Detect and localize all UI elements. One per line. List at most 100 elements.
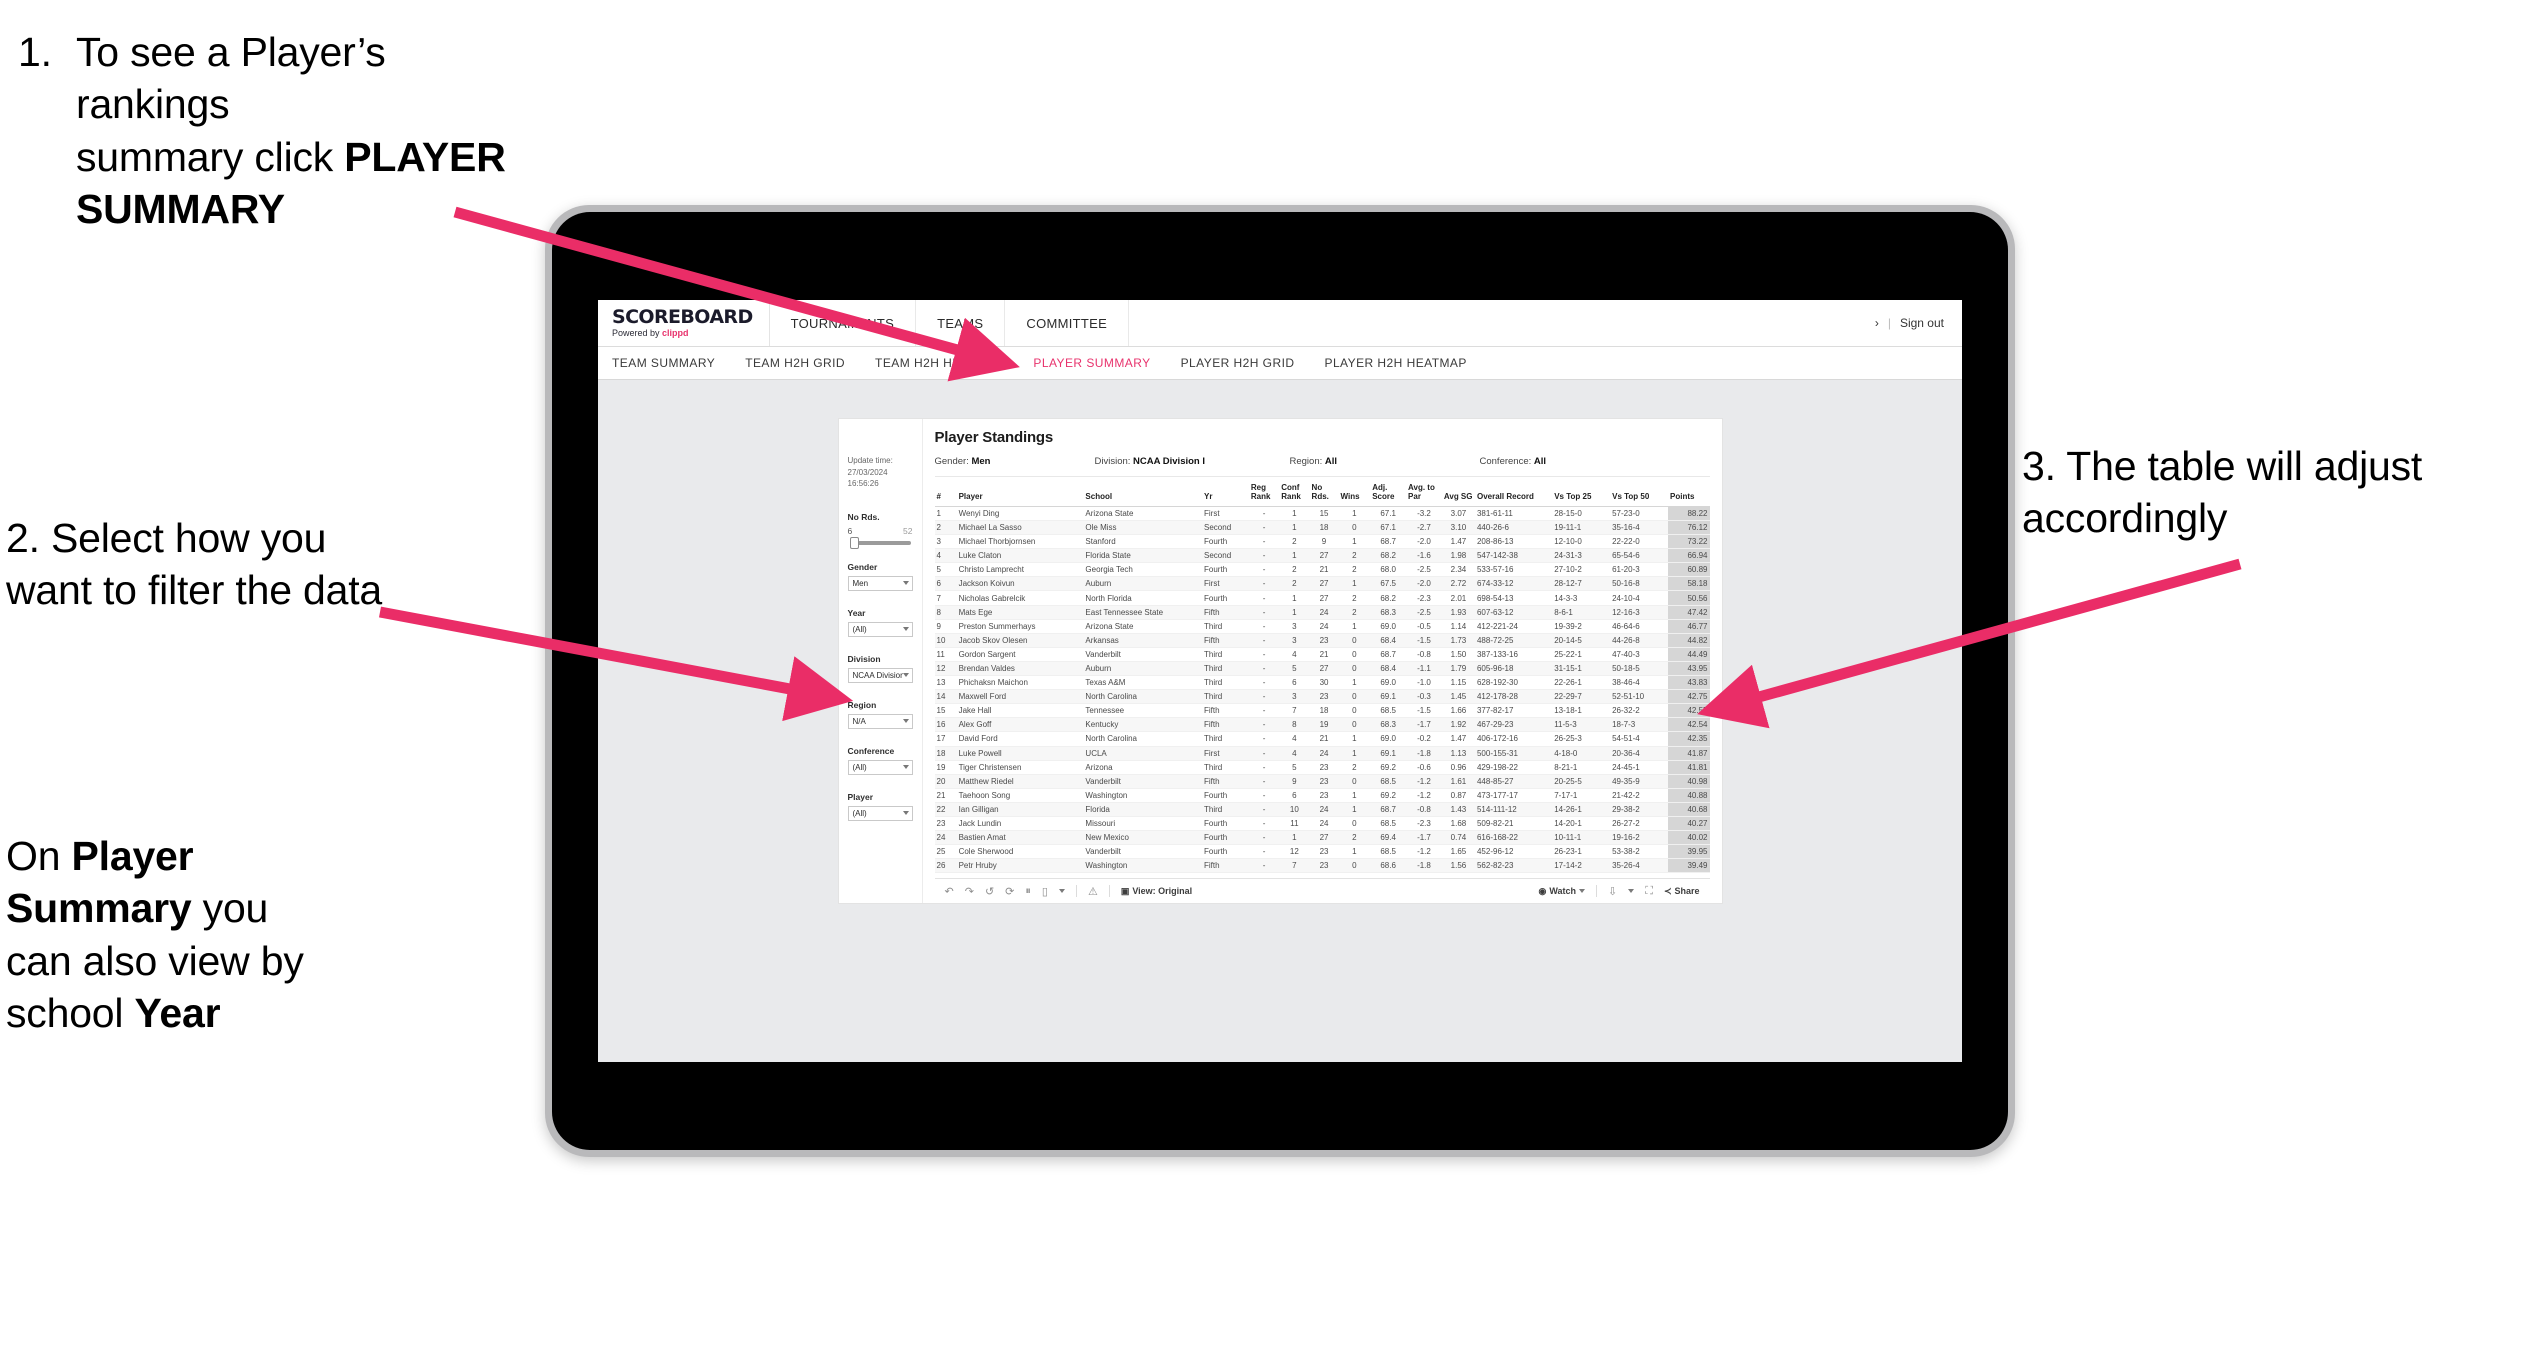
table-row[interactable]: 5 Christo Lamprecht Georgia Tech Fourth -2 21… xyxy=(934,562,1710,578)
download-icon[interactable]: ⇩ xyxy=(1608,885,1617,898)
col-yr[interactable]: Yr xyxy=(1202,484,1249,507)
table-row[interactable]: 7 Nicholas Gabrelcik North Florida Fourth -1… xyxy=(934,590,1710,606)
pause-icon[interactable]: ⏸ xyxy=(1025,885,1031,898)
cell-school: Ole Miss xyxy=(1083,520,1203,536)
view-shape-icon[interactable]: ▯ xyxy=(1042,885,1048,898)
filter-gender-select[interactable]: Men xyxy=(847,575,913,591)
col-adj-score[interactable]: Adj. Score xyxy=(1370,483,1407,507)
cell-wins: 0 xyxy=(1338,520,1371,536)
cell-overall-record: 412-221-24 xyxy=(1474,619,1553,634)
cell-vs-top-50: 46-64-6 xyxy=(1610,619,1669,634)
table-row[interactable]: 25 Cole Sherwood Vanderbilt Fourth -12 23 1 68.… xyxy=(934,844,1710,860)
cell-reg-rank: - xyxy=(1248,576,1280,592)
refresh-icon[interactable]: ⟳ xyxy=(1005,885,1014,898)
subnav-item-team-summary[interactable]: TEAM SUMMARY xyxy=(612,356,715,370)
view-original-button[interactable]: ▣ View: Original xyxy=(1121,886,1192,897)
col-player[interactable]: Player xyxy=(956,484,1084,507)
subnav-item-team-h2h-heatmap[interactable]: TEAM H2H HEATMAP xyxy=(875,356,1003,370)
table-row[interactable]: 24 Bastien Amat New Mexico Fourth -1 27 2 69.4-… xyxy=(934,830,1710,846)
col-points[interactable]: Points xyxy=(1668,484,1710,507)
col-vs-top-25[interactable]: Vs Top 25 xyxy=(1552,484,1611,507)
col-reg-rank[interactable]: Reg Rank xyxy=(1248,483,1280,507)
table-row[interactable]: 6 Jackson Koivun Auburn First -2 27 1 67.5 -2.0 2… xyxy=(934,576,1710,592)
cell-vs-top-50: 24-45-1 xyxy=(1610,760,1669,775)
alert-icon[interactable]: ⚠ xyxy=(1088,885,1098,898)
chevron-down-icon[interactable] xyxy=(1058,889,1065,894)
filter-year-select[interactable]: (All) xyxy=(847,621,913,637)
table-row[interactable]: 12 Brendan Valdes Auburn Third -5 27 0 68.4 -1.1… xyxy=(934,661,1710,677)
filter-region-select[interactable]: N/A xyxy=(847,713,913,729)
col-rank[interactable]: # xyxy=(934,484,957,507)
cell-yr: Fifth xyxy=(1202,717,1249,733)
table-row[interactable]: 22 Ian Gilligan Florida Third -10 24 1 68.7 -0.8… xyxy=(934,802,1710,817)
col-avg-sg[interactable]: Avg SG xyxy=(1441,484,1475,507)
cell-rank: 22 xyxy=(934,802,957,817)
table-row[interactable]: 10 Jacob Skov Olesen Arkansas Fifth -3 23 0 68.… xyxy=(934,633,1710,648)
table-row[interactable]: 3 Michael Thorbjornsen Stanford Fourth -2 9 1 6… xyxy=(934,534,1710,550)
col-school[interactable]: School xyxy=(1083,484,1203,507)
cell-no-rds: 23 xyxy=(1309,760,1339,775)
undo-icon[interactable]: ↶ xyxy=(945,885,954,898)
cell-points: 39.49 xyxy=(1668,858,1710,874)
app-logo[interactable]: SCOREBOARD Powered by clippd xyxy=(598,300,770,346)
table-row[interactable]: 8 Mats Ege East Tennessee State Fifth -1 24 2 6… xyxy=(934,605,1710,620)
table-row[interactable]: 1 Wenyi Ding Arizona State First -1 15 1 67.1 -3… xyxy=(934,506,1710,522)
cell-school: Washington xyxy=(1083,858,1203,874)
table-row[interactable]: 23 Jack Lundin Missouri Fourth -11 24 0 68.5 -2.… xyxy=(934,816,1710,832)
col-overall-record[interactable]: Overall Record xyxy=(1474,484,1553,507)
chevron-down-icon xyxy=(902,811,909,816)
filter-division-select[interactable]: NCAA Division I xyxy=(847,667,913,683)
table-row[interactable]: 26 Petr Hruby Washington Fifth -7 23 0 68.6 -1.8… xyxy=(934,858,1710,874)
cell-reg-rank: - xyxy=(1248,661,1280,677)
nav-item-committee[interactable]: COMMITTEE xyxy=(1005,300,1130,346)
table-row[interactable]: 15 Jake Hall Tennessee Fifth -7 18 0 68.5 -1.5 1.… xyxy=(934,703,1710,719)
col-vs-top-50[interactable]: Vs Top 50 xyxy=(1610,484,1669,507)
table-row[interactable]: 14 Maxwell Ford North Carolina Third -3 23 0 69… xyxy=(934,689,1710,705)
subnav-item-player-h2h-heatmap[interactable]: PLAYER H2H HEATMAP xyxy=(1324,356,1466,370)
toolbar-divider xyxy=(1075,885,1077,898)
table-row[interactable]: 16 Alex Goff Kentucky Fifth -8 19 0 68.3 -1.7 1.9… xyxy=(934,717,1710,733)
user-chevron-icon[interactable]: › xyxy=(1875,316,1879,330)
filter-conference-select[interactable]: (All) xyxy=(847,759,913,775)
table-row[interactable]: 13 Phichaksn Maichon Texas A&M Third -6 30 1 69… xyxy=(934,675,1710,691)
table-row[interactable]: 17 David Ford North Carolina Third -4 21 1 69.0… xyxy=(934,731,1710,747)
table-row[interactable]: 9 Preston Summerhays Arizona State Third -3 2… xyxy=(934,619,1710,634)
col-conf-rank[interactable]: Conf Rank xyxy=(1279,483,1310,507)
nav-item-teams[interactable]: TEAMS xyxy=(916,300,1006,346)
slider-track[interactable] xyxy=(849,536,911,549)
cell-player: Cole Sherwood xyxy=(956,844,1084,860)
filter-player-select[interactable]: (All) xyxy=(847,805,913,821)
cell-rank: 23 xyxy=(934,816,957,832)
table-row[interactable]: 18 Luke Powell UCLA First -4 24 1 69.1 -1.8 1.13 5… xyxy=(934,746,1710,761)
cell-school: Vanderbilt xyxy=(1083,647,1203,662)
nav-item-tournaments[interactable]: TOURNAMENTS xyxy=(770,300,917,346)
col-wins[interactable]: Wins xyxy=(1338,484,1371,507)
cell-player: Taehoon Song xyxy=(956,788,1084,803)
subnav-item-player-h2h-grid[interactable]: PLAYER H2H GRID xyxy=(1181,356,1295,370)
chevron-down-icon[interactable] xyxy=(1628,889,1635,894)
col-avg-to-par[interactable]: Avg. to Par xyxy=(1406,483,1442,507)
cell-vs-top-50: 52-51-10 xyxy=(1610,689,1669,705)
table-row[interactable]: 4 Luke Claton Florida State Second -1 27 2 68.2… xyxy=(934,548,1710,564)
cell-player: Tiger Christensen xyxy=(956,760,1084,775)
cell-wins: 1 xyxy=(1338,576,1371,592)
revert-icon[interactable]: ↺ xyxy=(985,885,994,898)
update-time-label: Update time: xyxy=(847,456,893,465)
table-row[interactable]: 20 Matthew Riedel Vanderbilt Fifth -9 23 0 68.5… xyxy=(934,774,1710,789)
col-no-rds[interactable]: No Rds. xyxy=(1309,483,1339,507)
table-row[interactable]: 2 Michael La Sasso Ole Miss Second -1 18 0 67.1… xyxy=(934,520,1710,536)
subnav-item-team-h2h-grid[interactable]: TEAM H2H GRID xyxy=(745,356,845,370)
table-row[interactable]: 21 Taehoon Song Washington Fourth -6 23 1 69.2-… xyxy=(934,788,1710,803)
cell-overall-record: 533-57-16 xyxy=(1474,562,1553,578)
fullscreen-icon[interactable]: ⛶ xyxy=(1645,885,1653,898)
sign-out-link[interactable]: Sign out xyxy=(1900,316,1944,330)
subnav-item-player-summary[interactable]: PLAYER SUMMARY xyxy=(1033,356,1150,370)
redo-icon[interactable]: ↷ xyxy=(965,885,974,898)
table-row[interactable]: 19 Tiger Christensen Arizona Third -5 23 2 69.2… xyxy=(934,760,1710,775)
slider-handle[interactable] xyxy=(849,536,859,549)
share-button[interactable]: ≺ Share xyxy=(1664,886,1700,897)
table-row[interactable]: 11 Gordon Sargent Vanderbilt Third -4 21 0 68.7… xyxy=(934,647,1710,662)
cell-points: 47.42 xyxy=(1668,605,1710,620)
watch-button[interactable]: ◉ Watch xyxy=(1538,886,1586,897)
cell-rank: 5 xyxy=(934,562,957,578)
